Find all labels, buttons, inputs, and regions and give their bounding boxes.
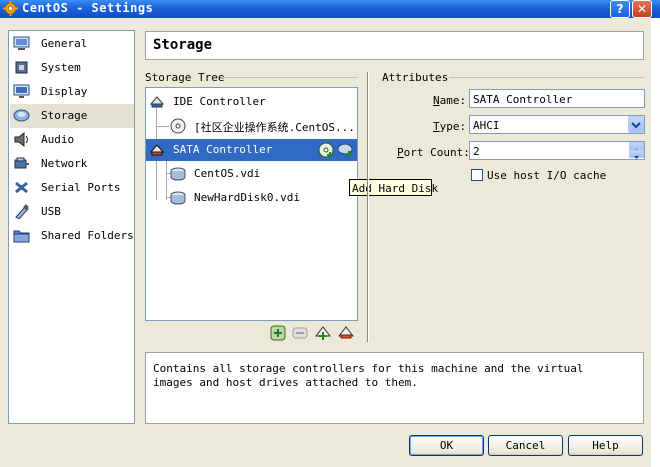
general-icon bbox=[13, 36, 30, 50]
add-cd-icon[interactable] bbox=[318, 142, 334, 158]
remove-controller-icon[interactable] bbox=[336, 323, 356, 343]
ide-controller-icon bbox=[149, 96, 165, 108]
name-input[interactable]: SATA Controller bbox=[469, 89, 645, 108]
sidebar-item-display[interactable]: Display bbox=[10, 80, 134, 104]
usb-icon bbox=[15, 204, 29, 219]
network-icon bbox=[14, 157, 29, 169]
storage-tree[interactable]: IDE Controller [社区企业操作系统.CentOS... SATA … bbox=[145, 87, 358, 321]
description-text: Contains all storage controllers for thi… bbox=[153, 362, 584, 389]
port-count-spinbox[interactable]: 2 bbox=[469, 141, 645, 160]
window-title: CentOS - Settings bbox=[22, 1, 154, 15]
hard-disk-icon bbox=[170, 167, 186, 181]
panel-separator bbox=[367, 72, 369, 342]
dropdown-button[interactable] bbox=[628, 116, 644, 133]
ok-button[interactable]: OK bbox=[409, 435, 484, 456]
sidebar-item-general[interactable]: General bbox=[10, 32, 134, 56]
spin-down-button[interactable] bbox=[629, 150, 644, 159]
sata-controller-icon bbox=[149, 144, 165, 156]
type-select[interactable]: AHCI bbox=[469, 115, 645, 134]
system-icon bbox=[15, 61, 28, 74]
sidebar-item-audio[interactable]: Audio bbox=[10, 128, 134, 152]
attributes-label: Attributes bbox=[382, 71, 449, 84]
serial-ports-icon bbox=[15, 181, 28, 194]
storage-tree-label: Storage Tree bbox=[145, 71, 225, 84]
sidebar-item-system[interactable]: System bbox=[10, 56, 134, 80]
close-button[interactable]: ✕ bbox=[632, 0, 652, 18]
sidebar-item-usb[interactable]: USB bbox=[10, 200, 134, 224]
add-hard-disk-tooltip: Add Hard Disk bbox=[349, 179, 438, 196]
display-icon bbox=[13, 84, 30, 98]
sidebar-item-shared-folders[interactable]: Shared Folders bbox=[10, 224, 134, 248]
help-button[interactable]: Help bbox=[568, 435, 643, 456]
tree-item-ide-controller[interactable]: IDE Controller bbox=[146, 91, 357, 113]
type-label: Type: bbox=[433, 120, 467, 133]
background-edge bbox=[651, 18, 660, 467]
group-line bbox=[449, 77, 644, 78]
hard-disk-icon bbox=[170, 191, 186, 205]
audio-icon bbox=[14, 132, 28, 147]
storage-icon bbox=[13, 109, 30, 122]
chevron-down-icon bbox=[631, 122, 641, 129]
virtualbox-gear-icon bbox=[3, 1, 18, 16]
tree-item-newharddisk0-vdi[interactable]: NewHardDisk0.vdi bbox=[146, 187, 357, 209]
cancel-button[interactable]: Cancel bbox=[488, 435, 563, 456]
description-panel: Contains all storage controllers for thi… bbox=[145, 352, 644, 424]
shared-folders-icon bbox=[13, 230, 30, 243]
arrow-down-icon bbox=[634, 156, 639, 159]
tree-item-centos-vdi[interactable]: CentOS.vdi bbox=[146, 163, 357, 185]
sidebar-item-storage[interactable]: Storage bbox=[10, 104, 134, 128]
page-header: Storage bbox=[145, 31, 644, 60]
sidebar-item-network[interactable]: Network bbox=[10, 152, 134, 176]
host-cache-label[interactable]: Use host I/O cache bbox=[487, 169, 606, 182]
cd-disc-icon bbox=[170, 118, 186, 134]
help-title-button[interactable]: ? bbox=[610, 0, 630, 18]
group-line bbox=[221, 77, 358, 78]
settings-category-list: General System Display Storage Audio Net… bbox=[8, 30, 135, 424]
sidebar-item-serial-ports[interactable]: Serial Ports bbox=[10, 176, 134, 200]
add-attachment-icon[interactable] bbox=[313, 323, 333, 343]
tree-item-sata-controller[interactable]: SATA Controller bbox=[146, 139, 357, 161]
spin-up-button[interactable] bbox=[629, 142, 644, 152]
name-label: Name: bbox=[433, 94, 467, 107]
add-hard-disk-icon[interactable] bbox=[337, 142, 353, 158]
page-title: Storage bbox=[153, 37, 213, 53]
title-bar: CentOS - Settings ? ✕ bbox=[0, 0, 660, 18]
add-controller-icon[interactable] bbox=[268, 323, 288, 343]
remove-attachment-icon[interactable] bbox=[290, 323, 310, 343]
tree-item-cd-image[interactable]: [社区企业操作系统.CentOS... bbox=[146, 115, 357, 137]
host-cache-checkbox[interactable] bbox=[471, 169, 483, 181]
port-count-label: Port Count: bbox=[397, 146, 470, 159]
